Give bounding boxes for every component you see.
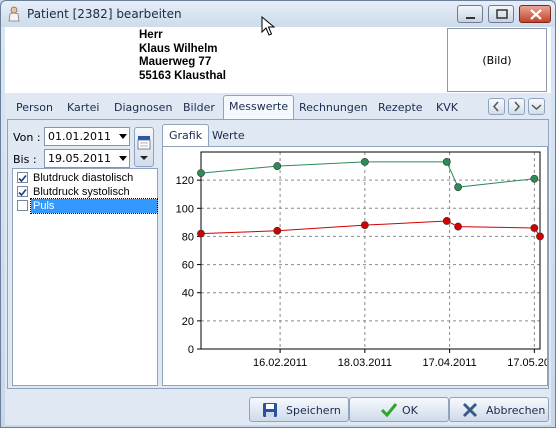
y-tick-label: 40 — [182, 288, 194, 300]
patient-street: Mauerweg 77 — [139, 56, 212, 68]
x-tick-label: 17.05.2011 — [507, 357, 547, 369]
ok-label: OK — [402, 404, 418, 417]
list-item[interactable]: Puls — [15, 198, 158, 214]
to-date-field[interactable]: 19.05.2011 — [44, 149, 130, 168]
tab-messwerte[interactable]: Messwerte — [223, 95, 295, 119]
measurement-list: Blutdruck diastolisch Blutdruck systolis… — [12, 168, 158, 386]
x-tick-label: 17.04.2011 — [422, 357, 476, 369]
data-point — [197, 169, 205, 178]
tab-scroll-right-button[interactable] — [508, 98, 525, 115]
tab-list-button[interactable] — [528, 98, 545, 115]
save-button[interactable]: Speichern — [249, 397, 349, 422]
patient-icon — [7, 6, 21, 22]
pulse-checkbox[interactable] — [17, 200, 28, 211]
patient-city: 55163 Klausthal — [139, 69, 226, 82]
tab-bilder[interactable]: Bilder — [178, 97, 220, 119]
x-tick-label: 18.03.2011 — [338, 357, 392, 369]
data-point — [273, 162, 282, 170]
data-point — [454, 222, 462, 231]
checkmark-icon — [380, 402, 398, 421]
systolic-checkbox[interactable] — [17, 186, 28, 197]
y-tick-label: 60 — [182, 260, 194, 272]
data-point — [360, 157, 369, 166]
close-icon — [530, 9, 542, 20]
tab-grafik[interactable]: Grafik — [162, 124, 210, 146]
tab-werte[interactable]: Werte — [206, 125, 251, 146]
save-label: Speichern — [286, 404, 341, 417]
ok-button[interactable]: OK — [349, 397, 449, 422]
maximize-button[interactable] — [488, 5, 514, 23]
tab-kartei[interactable]: Kartei — [62, 97, 104, 119]
line-chart: 0 20 40 60 80 100 120 16.02.2011 18.03.2011 17.04… — [176, 151, 547, 369]
data-point — [442, 157, 451, 166]
close-window-button[interactable] — [519, 5, 551, 23]
dialog-footer: Speichern OK Abbrechen — [5, 395, 551, 425]
x-tick-label: 16.02.2011 — [253, 357, 307, 369]
window-content: Herr Klaus Wilhelm Mauerweg 77 55163 Kla… — [5, 27, 551, 425]
patient-edit-window: Patient [2382] bearbeiten Herr Klaus Wil… — [0, 0, 556, 428]
plot-frame — [200, 151, 541, 350]
patient-photo[interactable]: (Bild) — [447, 28, 547, 92]
diastolic-label: Blutdruck diastolisch — [33, 172, 134, 184]
diastolic-checkbox[interactable] — [17, 172, 28, 183]
chevron-right-icon — [514, 101, 521, 112]
data-point — [442, 217, 451, 225]
series-line — [200, 220, 541, 237]
data-point — [454, 183, 462, 192]
from-label: Von : — [13, 131, 41, 144]
minimize-button[interactable] — [457, 5, 483, 23]
cancel-button[interactable]: Abbrechen — [449, 397, 549, 422]
data-point — [273, 226, 282, 235]
y-tick-label: 20 — [182, 316, 194, 328]
data-point — [197, 229, 205, 238]
maximize-icon — [496, 9, 508, 19]
y-tick-label: 0 — [188, 344, 194, 356]
minimize-icon — [466, 17, 475, 19]
main-tabs: Person Kartei Diagnosen Bilder Messwerte… — [5, 95, 551, 119]
patient-name: Klaus Wilhelm — [139, 42, 218, 55]
chevron-left-icon — [492, 101, 499, 112]
mouse-cursor — [261, 16, 276, 36]
list-item[interactable]: Blutdruck systolisch — [15, 185, 157, 199]
checkmark-icon — [18, 188, 27, 197]
checkmark-icon — [18, 174, 27, 183]
window-title: Patient [2382] bearbeiten — [27, 7, 182, 21]
messwerte-page: Von : 01.01.2011 Bis : 19.05.2011 Blutdr… — [7, 119, 549, 389]
calendar-icon — [137, 136, 151, 160]
data-point — [536, 232, 544, 241]
series-line — [200, 161, 535, 188]
tab-kvk[interactable]: KVK — [431, 97, 463, 119]
list-item[interactable]: Blutdruck diastolisch — [15, 171, 157, 185]
from-date-value: 01.01.2011 — [48, 130, 111, 143]
y-tick-label: 80 — [182, 231, 194, 243]
data-point — [530, 224, 539, 232]
dropdown-arrow-icon[interactable] — [119, 156, 127, 161]
tab-rechnungen[interactable]: Rechnungen — [294, 97, 373, 119]
floppy-disk-icon — [262, 402, 278, 421]
y-tick-label: 100 — [176, 203, 194, 215]
data-point — [360, 221, 369, 230]
tab-rezepte[interactable]: Rezepte — [373, 97, 428, 119]
x-icon — [462, 402, 478, 421]
cancel-label: Abbrechen — [486, 404, 546, 417]
tab-person[interactable]: Person — [11, 97, 58, 119]
from-date-field[interactable]: 01.01.2011 — [44, 127, 130, 146]
y-tick-label: 120 — [176, 175, 194, 187]
to-date-value: 19.05.2011 — [48, 152, 111, 165]
photo-placeholder: (Bild) — [482, 54, 512, 67]
to-label: Bis : — [13, 153, 37, 166]
tab-scroll-left-button[interactable] — [488, 98, 505, 115]
dropdown-arrow-icon[interactable] — [119, 134, 127, 139]
tab-diagnosen[interactable]: Diagnosen — [109, 97, 177, 119]
patient-address: Herr Klaus Wilhelm Mauerweg 77 55163 Kla… — [139, 29, 226, 83]
data-point — [530, 174, 539, 183]
patient-salutation: Herr — [139, 29, 163, 41]
systolic-label: Blutdruck systolisch — [33, 186, 130, 198]
measurement-chart: 0 20 40 60 80 100 120 16.02.2011 18.03.2011 17.04… — [162, 146, 548, 386]
chevron-down-icon — [531, 104, 542, 111]
calendar-button[interactable] — [134, 127, 154, 167]
pulse-label: Puls — [30, 198, 158, 214]
